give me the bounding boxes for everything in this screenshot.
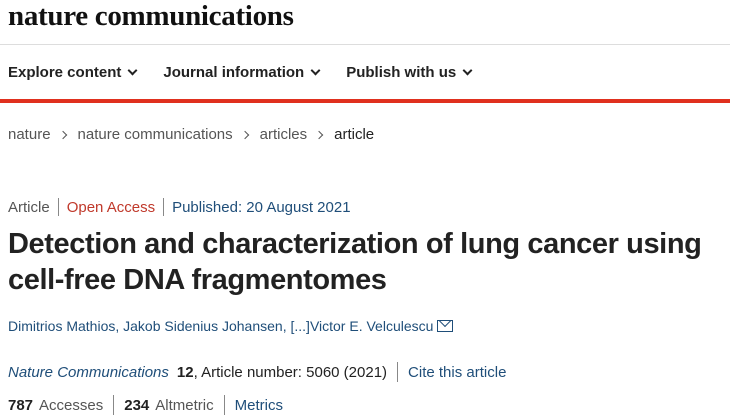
breadcrumb-nature[interactable]: nature xyxy=(8,126,51,143)
article-title-line1: Detection and characterization of lung c… xyxy=(8,228,702,260)
chevron-right-icon xyxy=(314,130,324,139)
chevron-down-icon xyxy=(310,65,321,76)
email-icon[interactable] xyxy=(437,320,454,332)
metrics-row: 787 Accesses 234 Altmetric Metrics xyxy=(8,395,283,415)
author-separator: , xyxy=(115,318,124,334)
breadcrumb-nature-communications[interactable]: nature communications xyxy=(78,126,233,143)
nav-explore-content[interactable]: Explore content xyxy=(8,64,138,81)
author-link[interactable]: Dimitrios Mathios xyxy=(8,318,115,334)
journal-volume: 12 xyxy=(176,363,194,381)
citation-divider xyxy=(397,362,399,382)
accesses-count: 787 xyxy=(8,396,34,414)
nav-item-label: Explore content xyxy=(8,64,122,81)
article-title-line2: cell-free DNA fragmentomes xyxy=(8,264,387,296)
breadcrumb-articles[interactable]: articles xyxy=(260,126,308,143)
article-number: , Article number: 5060 (2021) xyxy=(193,363,388,381)
open-access-badge: Open Access xyxy=(66,198,156,216)
chevron-down-icon xyxy=(462,65,473,76)
breadcrumb: nature nature communications articles ar… xyxy=(8,126,374,143)
article-type: Article xyxy=(8,198,50,216)
nav-item-label: Journal information xyxy=(163,64,305,81)
metrics-link[interactable]: Metrics xyxy=(235,397,283,414)
author-list: Dimitrios Mathios, Jakob Sidenius Johans… xyxy=(8,318,454,334)
nav-publish-with-us[interactable]: Publish with us xyxy=(346,64,473,81)
site-logo[interactable]: nature communications xyxy=(8,0,294,33)
article-meta: Article Open Access Published: 20 August… xyxy=(8,198,351,216)
author-link[interactable]: Jakob Sidenius Johansen xyxy=(123,318,283,334)
meta-divider xyxy=(57,198,59,216)
header-divider xyxy=(0,44,730,45)
published-date: Published: 20 August 2021 xyxy=(172,198,351,216)
altmetric-label: Altmetric xyxy=(155,396,214,414)
author-separator: , xyxy=(282,318,291,334)
meta-divider xyxy=(163,198,165,216)
article-title: Detection and characterization of lung c… xyxy=(8,226,728,298)
altmetric-count: 234 xyxy=(124,396,150,414)
cite-this-article-link[interactable]: Cite this article xyxy=(408,364,506,381)
nav-journal-information[interactable]: Journal information xyxy=(163,64,321,81)
metrics-divider xyxy=(223,395,225,415)
nav-accent-bar xyxy=(0,99,730,103)
journal-name[interactable]: Nature Communications xyxy=(8,364,169,381)
accesses-label: Accesses xyxy=(39,396,104,414)
main-nav: Explore content Journal information Publ… xyxy=(8,64,498,81)
breadcrumb-article: article xyxy=(334,126,375,143)
chevron-right-icon xyxy=(240,130,249,139)
chevron-right-icon xyxy=(58,130,67,139)
citation-row: Nature Communications 12 , Article numbe… xyxy=(8,362,506,382)
nav-item-label: Publish with us xyxy=(346,64,457,81)
show-all-authors-button[interactable]: [...] xyxy=(290,318,309,334)
author-link[interactable]: Victor E. Velculescu xyxy=(310,318,433,334)
chevron-down-icon xyxy=(127,65,138,76)
metrics-divider xyxy=(113,395,115,415)
